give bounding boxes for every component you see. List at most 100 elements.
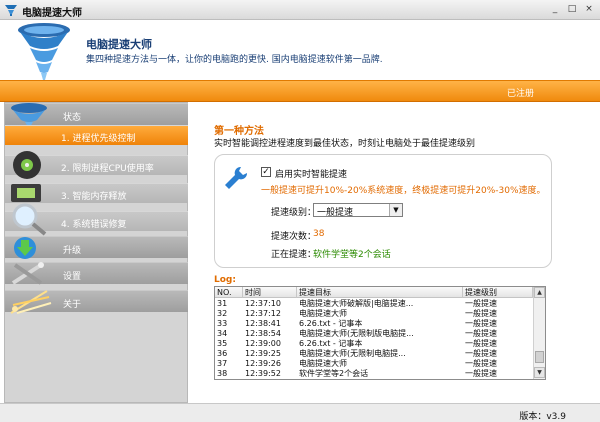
table-cell: 软件学堂等2个会话 — [299, 369, 369, 378]
table-cell: 电脑提速大师(无限制电脑提... — [299, 349, 406, 358]
running-value: 软件学堂等2个会话 — [313, 250, 391, 260]
table-row[interactable]: 38 12:39:52 软件学堂等2个会话 一般提速 — [215, 369, 533, 379]
table-cell: 38 — [217, 369, 228, 378]
status-bar: 版本：v3.9 — [0, 403, 600, 422]
table-cell: 一般提速 — [465, 309, 497, 318]
table-cell: 一般提速 — [465, 339, 497, 348]
table-cell: 一般提速 — [465, 329, 497, 338]
table-cell: 电脑提速大师 — [299, 359, 347, 368]
table-cell: 12:37:12 — [245, 309, 281, 318]
close-button[interactable]: × — [582, 3, 596, 16]
main-content: 第一种方法 实时智能调控进程速度到最佳状态，时刻让电脑处于最佳提速级别 ✓ 启用… — [188, 102, 596, 403]
table-row[interactable]: 35 12:39:00 6.26.txt - 记事本 一般提速 — [215, 339, 533, 349]
table-cell: 电脑提速大师破解版|电脑提速... — [299, 299, 414, 308]
speedup-count-label: 提速次数： — [271, 232, 317, 242]
log-list[interactable]: NO. 时间 提速目标 提速级别 31 12:37:10 电脑提速大师破解版|电脑提… — [214, 286, 546, 380]
scrollbar-thumb[interactable] — [535, 351, 544, 363]
sidebar-item-status[interactable]: 状态 — [5, 103, 189, 127]
column-header-time[interactable]: 时间 — [243, 287, 297, 298]
table-cell: 12:38:54 — [245, 329, 281, 338]
registration-status: 已注册 — [506, 89, 534, 99]
app-name: 电脑提速大师 — [86, 38, 152, 51]
table-cell: 12:37:10 — [245, 299, 281, 308]
table-row[interactable]: 37 12:39:26 电脑提速大师 一般提速 — [215, 359, 533, 369]
table-cell: 37 — [217, 359, 228, 368]
table-cell: 32 — [217, 309, 228, 318]
sidebar-item-error-repair[interactable]: 4. 系统错误修复 — [5, 203, 189, 236]
log-header: NO. 时间 提速目标 提速级别 — [215, 287, 533, 298]
sidebar-item-label: 升级 — [63, 246, 82, 256]
cpu-disc-icon — [13, 151, 41, 179]
method-title: 第一种方法 — [214, 126, 264, 137]
method-description: 实时智能调控进程速度到最佳状态，时刻让电脑处于最佳提速级别 — [214, 139, 476, 149]
scroll-up-icon[interactable]: ▲ — [534, 287, 545, 298]
table-row[interactable]: 34 12:38:54 电脑提速大师(无限制版电脑提... 一般提速 — [215, 329, 533, 339]
table-cell: 6.26.txt - 记事本 — [299, 339, 363, 348]
sidebar-item-label: 3. 智能内存释放 — [61, 192, 127, 202]
app-icon — [5, 5, 17, 16]
download-arrow-icon — [14, 237, 36, 259]
speedup-level-value: 一般提速 — [317, 208, 354, 218]
table-row[interactable]: 31 12:37:10 电脑提速大师破解版|电脑提速... 一般提速 — [215, 299, 533, 309]
app-slogan: 集四种提速方法与一体，让你的电脑跑的更快. 国内电脑提速软件第一品牌. — [86, 55, 383, 65]
table-cell: 12:39:00 — [245, 339, 281, 348]
settings-panel: ✓ 启用实时智能提速 一般提速可提升10%-20%系统速度，终极提速可提升20%… — [214, 154, 552, 268]
maximize-button[interactable]: □ — [565, 3, 579, 16]
speedup-level-select[interactable]: 一般提速 ▼ — [313, 203, 403, 218]
wrench-icon — [225, 166, 248, 189]
smart-speedup-label: 启用实时智能提速 — [275, 170, 348, 180]
table-cell: 36 — [217, 349, 228, 358]
sidebar-item-label: 2. 限制进程CPU使用率 — [61, 164, 154, 174]
table-row[interactable]: 33 12:38:41 6.26.txt - 记事本 一般提速 — [215, 319, 533, 329]
sidebar-item-settings[interactable]: 设置 — [5, 262, 189, 285]
speedup-level-label: 提速级别： — [271, 208, 317, 218]
sidebar: 状态 1. 进程优先级控制 2. 限制进程CPU使用率 3. 智能内存释放 4.… — [4, 102, 189, 403]
table-cell: 一般提速 — [465, 369, 497, 378]
table-cell: 6.26.txt - 记事本 — [299, 319, 363, 328]
sparkle-icon — [10, 290, 52, 314]
minimize-button[interactable]: _ — [548, 3, 562, 16]
table-cell: 33 — [217, 319, 228, 328]
sidebar-item-label: 1. 进程优先级控制 — [61, 134, 136, 144]
magnifier-icon — [12, 203, 47, 236]
sidebar-item-about[interactable]: 关于 — [5, 290, 189, 314]
table-cell: 电脑提速大师 — [299, 309, 347, 318]
status-ribbon: 已注册 — [0, 80, 600, 102]
log-label: Log: — [214, 275, 236, 285]
table-cell: 一般提速 — [465, 299, 497, 308]
table-row[interactable]: 36 12:39:25 电脑提速大师(无限制电脑提... 一般提速 — [215, 349, 533, 359]
speedup-note: 一般提速可提升10%-20%系统速度，终极提速可提升20%-30%速度。 — [261, 186, 546, 196]
sidebar-item-label: 关于 — [63, 300, 82, 310]
sidebar-item-upgrade[interactable]: 升级 — [5, 236, 189, 259]
table-cell: 12:39:52 — [245, 369, 281, 378]
sidebar-item-process-priority[interactable]: 1. 进程优先级控制 — [5, 125, 189, 145]
scroll-down-icon[interactable]: ▼ — [534, 367, 545, 378]
table-cell: 一般提速 — [465, 349, 497, 358]
table-cell: 12:39:26 — [245, 359, 281, 368]
sidebar-item-label: 设置 — [63, 272, 82, 282]
table-row[interactable]: 32 12:37:12 电脑提速大师 一般提速 — [215, 309, 533, 319]
column-header-target[interactable]: 提速目标 — [297, 287, 463, 298]
scrollbar[interactable]: ▲ ▼ — [533, 287, 545, 379]
table-cell: 34 — [217, 329, 228, 338]
chevron-down-icon[interactable]: ▼ — [389, 204, 402, 216]
table-cell: 12:38:41 — [245, 319, 281, 328]
speedup-count-value: 38 — [313, 229, 325, 239]
tools-icon — [11, 262, 44, 285]
sidebar-item-cpu-limit[interactable]: 2. 限制进程CPU使用率 — [5, 151, 189, 179]
column-header-level[interactable]: 提速级别 — [463, 287, 533, 298]
version-label: 版本：v3.9 — [519, 412, 566, 422]
table-cell: 电脑提速大师(无限制版电脑提... — [299, 329, 414, 338]
column-header-no[interactable]: NO. — [215, 287, 243, 298]
sidebar-item-label: 状态 — [63, 113, 82, 123]
table-cell: 一般提速 — [465, 359, 497, 368]
tornado-logo-icon — [18, 23, 70, 80]
smart-speedup-checkbox[interactable]: ✓ — [261, 167, 271, 177]
title-bar: 电脑提速大师 _ □ × — [0, 0, 600, 20]
running-label: 正在提速： — [271, 250, 317, 260]
table-cell: 12:39:25 — [245, 349, 281, 358]
table-cell: 31 — [217, 299, 228, 308]
table-cell: 35 — [217, 339, 228, 348]
sidebar-item-label: 4. 系统错误修复 — [61, 220, 127, 230]
table-cell: 一般提速 — [465, 319, 497, 328]
